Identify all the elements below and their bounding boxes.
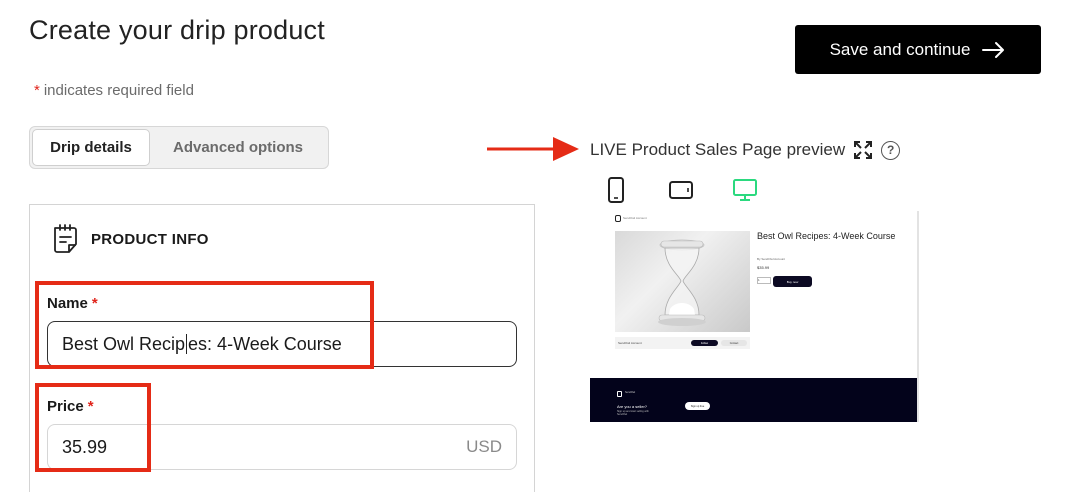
tab-bar: Drip details Advanced options xyxy=(29,126,329,169)
required-note: * indicates required field xyxy=(34,82,194,99)
preview-footer: SendOwl Are you a seller? Sign up and st… xyxy=(590,378,918,422)
preview-logo-text: SendOwl Account xyxy=(623,216,647,220)
page-title: Create your drip product xyxy=(29,15,325,45)
preview-seller-bar: SendOwl Account Follow Contact xyxy=(615,337,750,349)
save-and-continue-button[interactable]: Save and continue xyxy=(795,25,1041,74)
desktop-icon[interactable] xyxy=(732,177,758,203)
preview-footer-logo-icon xyxy=(617,391,622,397)
text-caret xyxy=(186,334,188,354)
expand-icon[interactable] xyxy=(853,140,873,160)
preview-buy-button: Buy now xyxy=(773,276,812,287)
required-note-text: indicates required field xyxy=(43,82,194,99)
name-required-star: * xyxy=(91,295,98,312)
price-input[interactable]: 35.99 USD xyxy=(47,424,517,470)
tab-drip-details[interactable]: Drip details xyxy=(32,129,150,166)
preview-quantity: 1 xyxy=(757,277,771,284)
preview-footer-logo-text: SendOwl xyxy=(625,391,636,394)
preview-follow-button: Follow xyxy=(691,340,718,346)
product-info-header: PRODUCT INFO xyxy=(50,223,209,255)
price-value: 35.99 xyxy=(62,436,108,457)
name-label-text: Name xyxy=(47,295,88,312)
preview-logo-icon xyxy=(615,215,621,222)
red-arrow-annotation xyxy=(487,137,579,161)
preview-scroll-edge xyxy=(917,211,919,422)
save-button-label: Save and continue xyxy=(829,39,971,59)
product-info-title: PRODUCT INFO xyxy=(91,230,209,248)
preview-contact-button: Contact xyxy=(721,340,747,346)
name-input[interactable]: Best Owl Recip es: 4-Week Course xyxy=(47,321,517,367)
preview-product-title: Best Owl Recipes: 4-Week Course xyxy=(757,231,896,241)
price-label-text: Price xyxy=(47,398,84,415)
help-icon[interactable]: ? xyxy=(881,140,901,160)
preview-title: LIVE Product Sales Page preview xyxy=(590,140,846,159)
preview-seller-subtext: Sign up and start selling with SendOwl xyxy=(617,410,649,416)
required-star: * xyxy=(34,82,40,99)
sales-page-preview: SendOwl Account Best Owl Recipes: 4-Week… xyxy=(590,211,918,422)
preview-header: LIVE Product Sales Page preview ? xyxy=(590,140,901,160)
mobile-icon[interactable] xyxy=(603,177,629,203)
preview-price: $35.99 xyxy=(757,265,770,270)
preview-by-line: By SendOwl Account xyxy=(757,257,786,261)
currency-unit: USD xyxy=(466,437,502,456)
preview-seller-name: SendOwl Account xyxy=(618,341,642,345)
name-value-before-caret: Best Owl Recip xyxy=(62,333,186,354)
name-value-after-caret: es: 4-Week Course xyxy=(188,333,342,354)
preview-seller-heading: Are you a seller? xyxy=(617,404,648,409)
tablet-icon[interactable] xyxy=(668,177,694,203)
tab-advanced-options[interactable]: Advanced options xyxy=(150,129,326,166)
name-label: Name * xyxy=(47,295,98,312)
hourglass-image xyxy=(615,231,750,332)
price-required-star: * xyxy=(87,398,94,415)
preview-signup-button: Sign up free xyxy=(685,402,710,410)
arrow-right-icon xyxy=(982,41,1005,58)
price-label: Price * xyxy=(47,398,94,415)
notepad-icon xyxy=(54,224,77,253)
